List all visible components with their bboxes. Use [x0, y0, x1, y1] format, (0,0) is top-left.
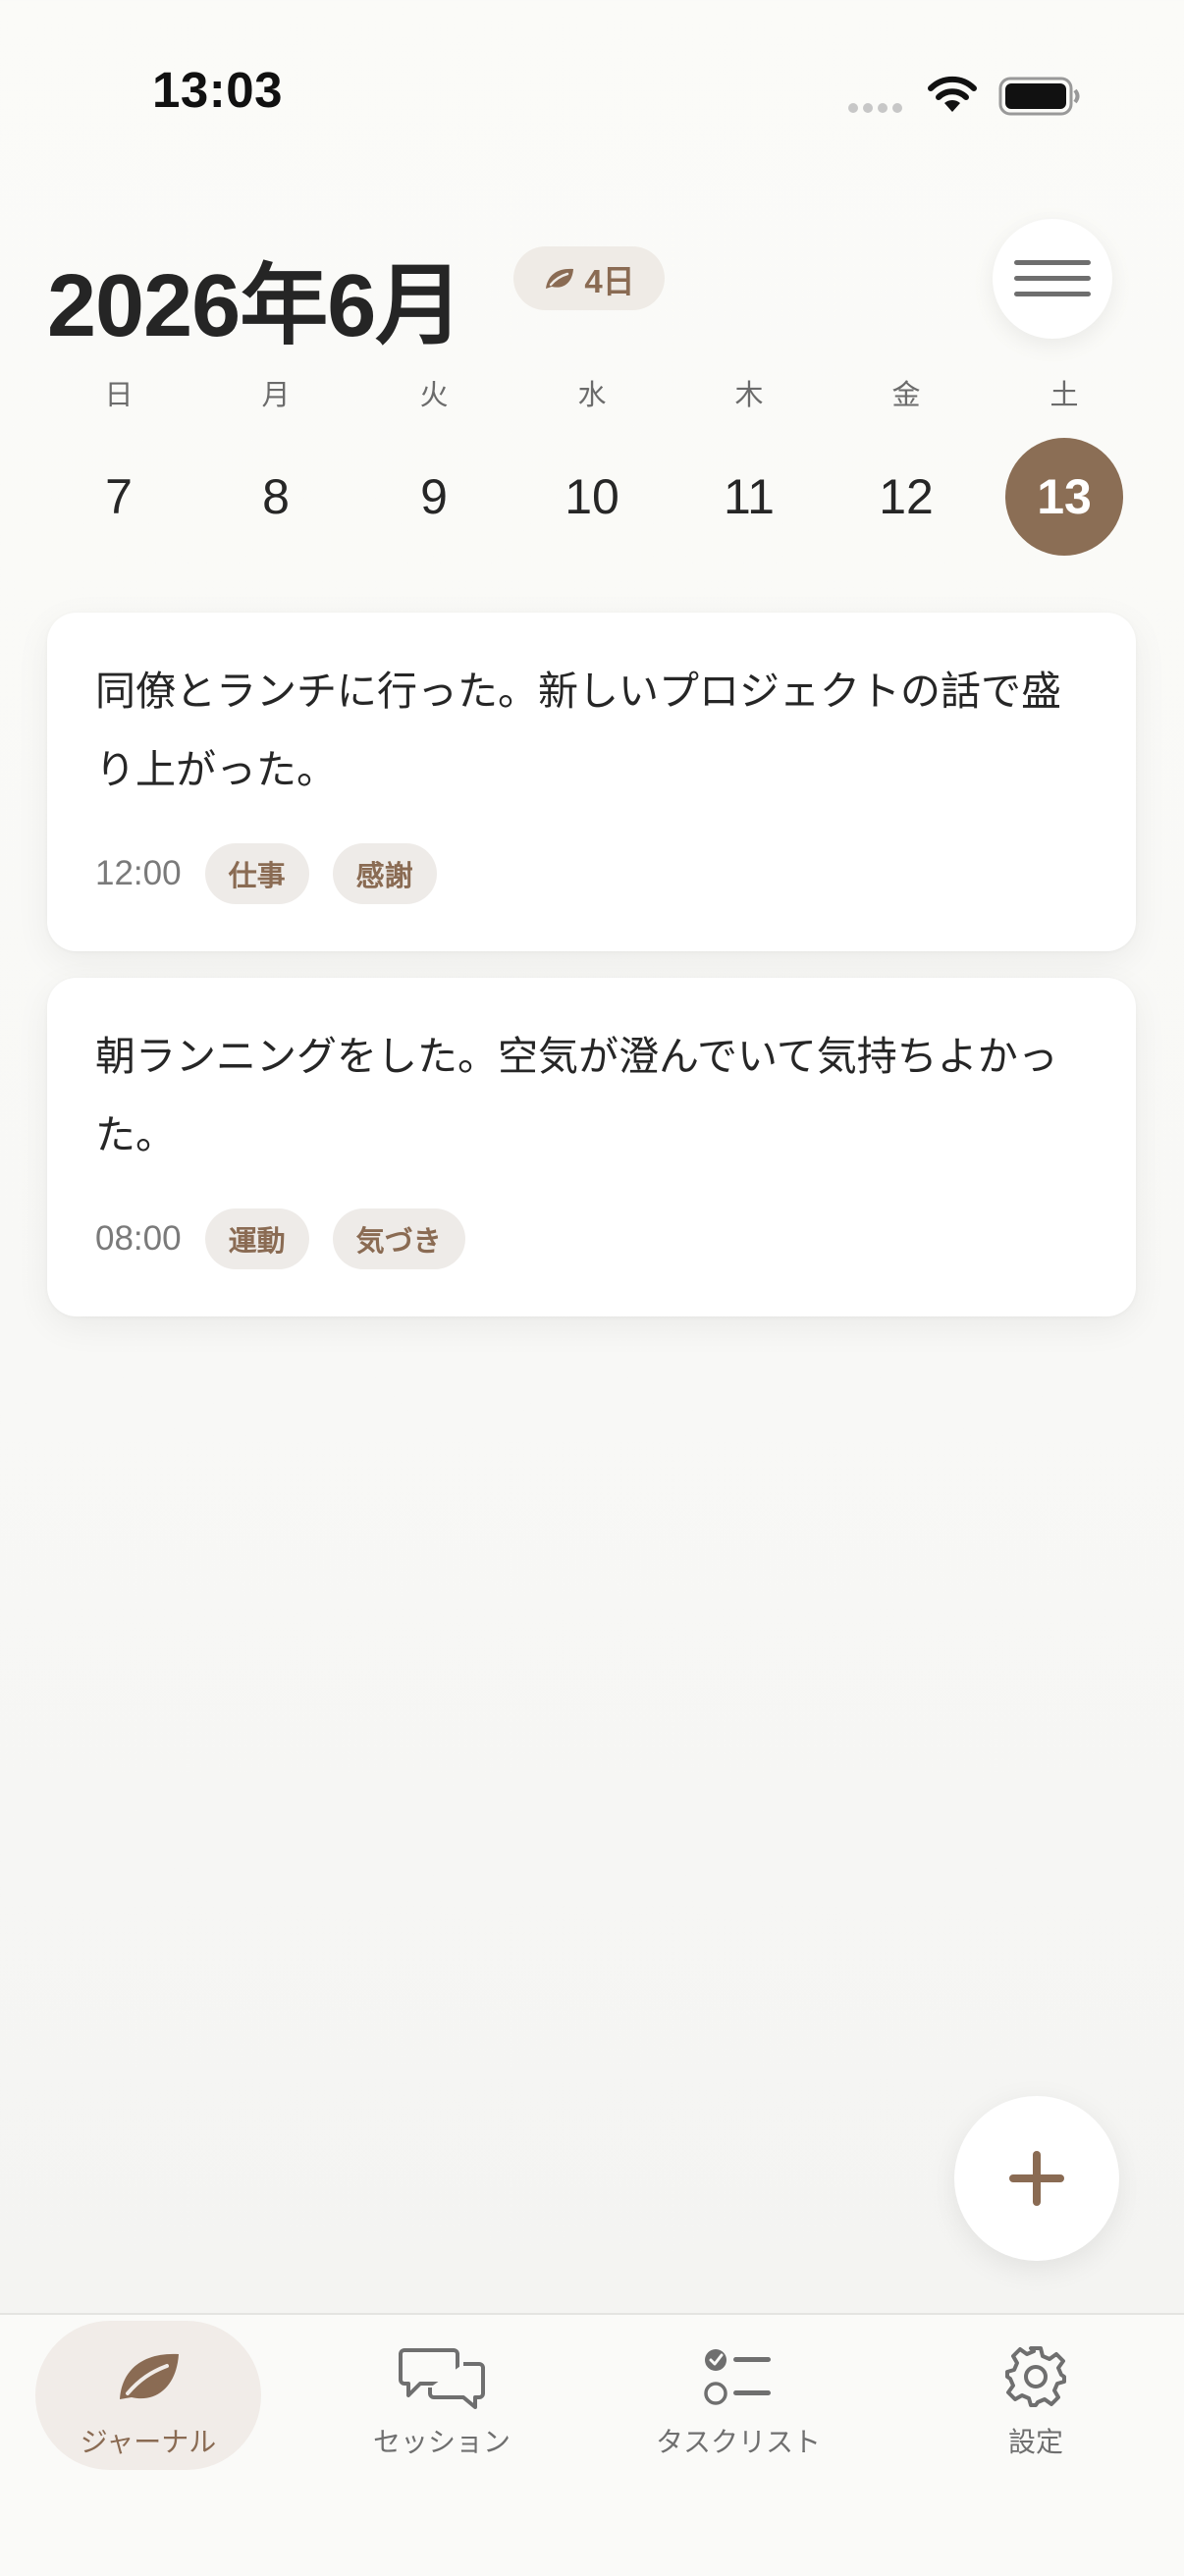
day-sat[interactable]: 土 13 [1005, 373, 1123, 556]
weekday-label: 月 [261, 378, 291, 411]
bottom-tab-bar: ジャーナル セッション タスクリスト 設定 [0, 2313, 1184, 2576]
weekday-label: 火 [419, 378, 449, 411]
entry-text: 同僚とランチに行った。新しいプロジェクトの話で盛り上がった。 [95, 668, 1061, 793]
tab-label: ジャーナル [80, 2426, 217, 2458]
tab-journal[interactable]: ジャーナル [35, 2315, 261, 2482]
tab-settings[interactable]: 設定 [967, 2315, 1104, 2482]
entry-text: 朝ランニングをした。空気が澄んでいて気持ちよかった。 [95, 1033, 1058, 1158]
entry-time: 12:00 [95, 854, 182, 892]
date-number: 10 [565, 469, 619, 524]
streak-badge: 4日 [513, 246, 665, 310]
day-mon[interactable]: 月 8 [217, 373, 335, 556]
cellular-signal-icon [848, 103, 902, 113]
leaf-icon [114, 2342, 183, 2411]
tab-label: 設定 [1007, 2426, 1063, 2458]
battery-icon [998, 77, 1080, 116]
gear-icon [1003, 2342, 1068, 2411]
weekday-label: 木 [734, 378, 764, 411]
hamburger-icon [1014, 260, 1091, 296]
day-tue[interactable]: 火 9 [375, 373, 493, 556]
date-number: 8 [262, 469, 290, 524]
checklist-icon [704, 2342, 773, 2411]
tag-chip: 感謝 [332, 843, 437, 904]
weekday-label: 日 [104, 378, 134, 411]
wifi-icon [928, 76, 977, 112]
weekday-label: 土 [1049, 378, 1079, 411]
page-title: 2026年6月 [47, 257, 463, 355]
tag-chip: 仕事 [204, 843, 309, 904]
day-sun[interactable]: 日 7 [60, 373, 178, 556]
leaf-icon [546, 268, 574, 289]
streak-badge-label: 4日 [584, 262, 635, 299]
journal-entry-card[interactable]: 同僚とランチに行った。新しいプロジェクトの話で盛り上がった。 12:00 仕事 … [47, 613, 1136, 951]
tab-task-list[interactable]: タスクリスト [640, 2315, 836, 2482]
week-strip: 日 7 月 8 火 9 水 10 木 11 金 12 土 13 [0, 373, 1184, 609]
weekday-label: 金 [891, 378, 921, 411]
tab-label: セッション [372, 2426, 511, 2458]
chat-bubbles-icon [399, 2342, 485, 2411]
weekday-label: 水 [577, 378, 607, 411]
entry-meta: 08:00 運動 気づき [95, 1208, 465, 1269]
date-number: 12 [879, 469, 934, 524]
date-number: 11 [724, 469, 775, 524]
entry-meta: 12:00 仕事 感謝 [95, 843, 437, 904]
status-time: 13:03 [152, 62, 283, 118]
date-number: 9 [420, 469, 448, 524]
day-thu[interactable]: 木 11 [690, 373, 808, 556]
date-number: 7 [105, 469, 133, 524]
journal-entry-card[interactable]: 朝ランニングをした。空気が澄んでいて気持ちよかった。 08:00 運動 気づき [47, 978, 1136, 1316]
day-fri[interactable]: 金 12 [847, 373, 965, 556]
tab-label: タスクリスト [655, 2426, 821, 2458]
menu-button[interactable] [993, 219, 1112, 339]
tab-session[interactable]: セッション [353, 2315, 530, 2482]
plus-icon [1009, 2151, 1064, 2206]
date-number-selected: 13 [1005, 438, 1123, 556]
tag-chip: 気づき [332, 1208, 465, 1269]
day-wed[interactable]: 水 10 [533, 373, 651, 556]
tag-chip: 運動 [204, 1208, 309, 1269]
add-entry-button[interactable] [954, 2096, 1119, 2261]
entry-time: 08:00 [95, 1219, 182, 1258]
